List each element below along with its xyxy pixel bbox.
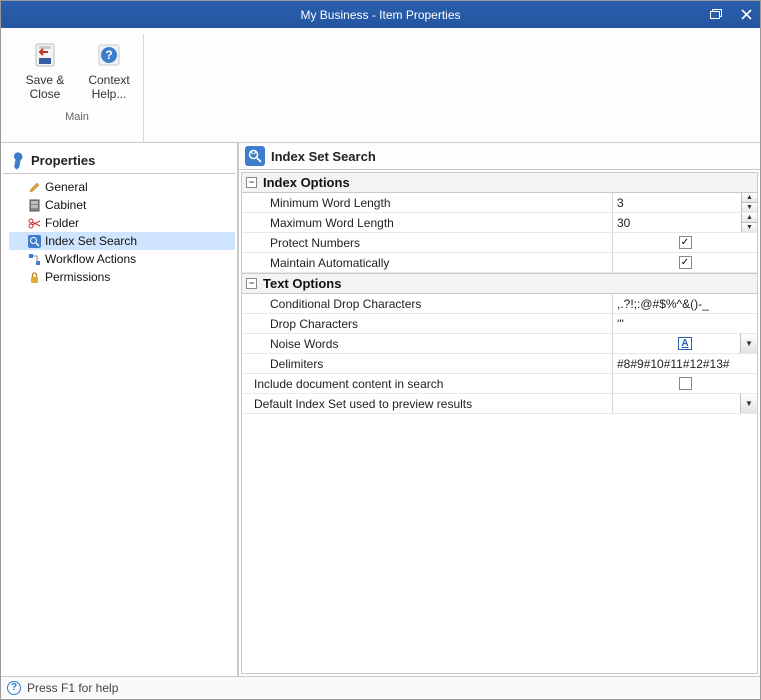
max-word-length-input[interactable]: 30 ▲▼: [612, 213, 757, 232]
include-content-checkbox[interactable]: [679, 377, 692, 390]
row-cond-drop: Conditional Drop Characters ,.?!;:@#$%^&…: [242, 294, 757, 314]
row-min-word-length: Minimum Word Length 3 ▲▼: [242, 193, 757, 213]
pencil-icon: [27, 180, 41, 194]
row-maintain-auto: Maintain Automatically ✓: [242, 253, 757, 273]
sidebar-item-folder[interactable]: Folder: [9, 214, 235, 232]
search-icon: [27, 234, 41, 248]
collapse-icon[interactable]: −: [246, 278, 257, 289]
row-delimiters: Delimiters #8#9#10#11#12#13#: [242, 354, 757, 374]
scissors-icon: [27, 216, 41, 230]
noise-words-input[interactable]: A ▼: [612, 334, 757, 353]
dropdown-icon[interactable]: ▼: [740, 334, 757, 353]
cond-drop-input[interactable]: ,.?!;:@#$%^&()-_: [612, 294, 757, 313]
help-icon: ?: [93, 39, 125, 71]
sidebar-item-workflow-actions[interactable]: Workflow Actions: [9, 250, 235, 268]
row-drop-chars: Drop Characters ''': [242, 314, 757, 334]
noise-words-value: A: [678, 337, 691, 350]
save-close-button[interactable]: Save & Close: [17, 34, 73, 107]
row-max-word-length: Maximum Word Length 30 ▲▼: [242, 213, 757, 233]
svg-text:?: ?: [105, 48, 112, 62]
row-noise-words: Noise Words A ▼: [242, 334, 757, 354]
spinner[interactable]: ▲▼: [741, 193, 757, 212]
row-default-index: Default Index Set used to preview result…: [242, 394, 757, 414]
default-index-select[interactable]: ▼: [612, 394, 757, 413]
main-header: Index Set Search: [239, 143, 760, 170]
search-panel-icon: [245, 146, 265, 166]
sidebar-item-cabinet[interactable]: Cabinet: [9, 196, 235, 214]
save-close-icon: [29, 39, 61, 71]
min-word-length-input[interactable]: 3 ▲▼: [612, 193, 757, 212]
section-text-options[interactable]: − Text Options: [242, 273, 757, 294]
save-close-label: Save & Close: [26, 73, 65, 102]
property-grid: − Index Options Minimum Word Length 3 ▲▼…: [241, 172, 758, 674]
row-include-content: Include document content in search: [242, 374, 757, 394]
dropdown-icon[interactable]: ▼: [740, 394, 757, 413]
ribbon: Save & Close ? Context Help... Main: [1, 28, 760, 143]
section-index-options[interactable]: − Index Options: [242, 173, 757, 193]
spinner[interactable]: ▲▼: [741, 213, 757, 232]
maintain-auto-checkbox[interactable]: ✓: [679, 256, 692, 269]
context-help-button[interactable]: ? Context Help...: [81, 34, 137, 107]
statusbar: ? Press F1 for help: [1, 676, 760, 698]
sidebar-item-general[interactable]: General: [9, 178, 235, 196]
row-protect-numbers: Protect Numbers ✓: [242, 233, 757, 253]
lock-icon: [27, 270, 41, 284]
sidebar-item-index-set-search[interactable]: Index Set Search: [9, 232, 235, 250]
close-icon[interactable]: [741, 7, 752, 23]
help-status-icon: ?: [7, 681, 21, 695]
cabinet-icon: [27, 198, 41, 212]
protect-numbers-checkbox[interactable]: ✓: [679, 236, 692, 249]
sidebar-header: Properties: [3, 147, 235, 174]
status-text: Press F1 for help: [27, 681, 118, 695]
workflow-icon: [27, 252, 41, 266]
main-panel: Index Set Search − Index Options Minimum…: [238, 143, 760, 676]
titlebar: My Business - Item Properties: [1, 1, 760, 28]
context-help-label: Context Help...: [88, 73, 129, 102]
delimiters-input[interactable]: #8#9#10#11#12#13#: [612, 354, 757, 373]
window-title: My Business - Item Properties: [300, 8, 460, 22]
wrench-icon: [9, 151, 27, 169]
ribbon-group-label: Main: [65, 111, 89, 125]
drop-chars-input[interactable]: ''': [612, 314, 757, 333]
restore-icon[interactable]: [710, 7, 723, 23]
sidebar: Properties General Cabinet Folder Index …: [1, 143, 238, 676]
collapse-icon[interactable]: −: [246, 177, 257, 188]
sidebar-item-permissions[interactable]: Permissions: [9, 268, 235, 286]
